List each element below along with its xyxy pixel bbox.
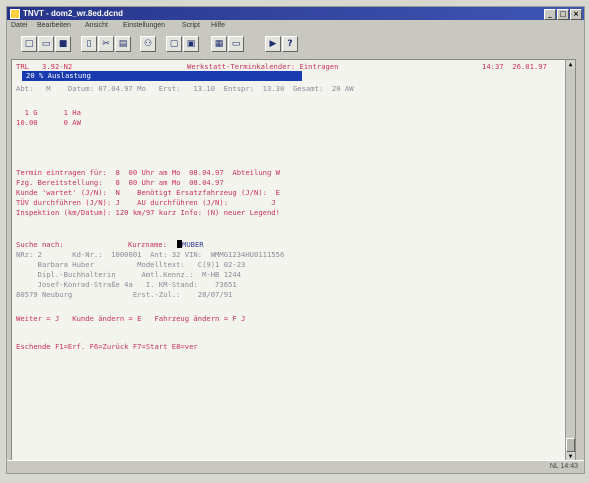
header-title: Werkstatt-Terminkalender: Eintragen [187,62,339,71]
line-kapazitaet-2: 10.00 0 AW [16,118,81,127]
cut-icon[interactable]: ✂ [98,36,114,52]
help-icon[interactable]: ? [282,36,298,52]
save-icon[interactable]: ■ [55,36,71,52]
open-icon[interactable]: ▭ [38,36,54,52]
scroll-up-icon[interactable]: ▲ [566,60,575,69]
menu-item-script[interactable]: Script [182,20,200,32]
line-weiter: Weiter = J Kunde ändern = E Fahrzeug änd… [16,314,246,323]
window-controls: _ □ × [544,9,582,20]
line-ort: 80579 Neuburg Erst.-Zul.: 28/07/91 [16,290,233,299]
line-beruf: Dipl.-Buchhalterin Amtl.Kennz.: M-HB 124… [16,270,242,279]
paste-icon[interactable]: ▤ [115,36,131,52]
menu-item-hilfe[interactable]: Hilfe [211,20,225,32]
line-termin: Termin eintragen für: 8 00 Uhr am Mo 08.… [16,168,280,177]
new-icon[interactable]: □ [21,36,37,52]
minimize-icon[interactable]: _ [544,9,556,20]
suche-label: Suche nach: [16,240,64,249]
header-program: TRL 3.92-N2 [16,62,73,71]
kurzname-label: Kurzname: [128,240,167,249]
connect-icon[interactable]: ⚇ [140,36,156,52]
title-bar: TNVT - dom2_wr.8ed.dcnd _ □ × [7,7,584,20]
terminal-icon[interactable]: ▭ [228,36,244,52]
copy-icon[interactable]: ▯ [81,36,97,52]
line-bereitstellung: Fzg. Bereitstellung: 8 00 Uhr am Mo 08.0… [16,178,224,187]
line-datum: Abt: M Datum: 07.04.97 Mo Erst: 13.10 En… [16,84,354,93]
toolbar: □ ▭ ■ ▯ ✂ ▤ ⚇ ▢ ▣ ▦ ▭ ▶ ? [7,32,584,58]
close-icon[interactable]: × [570,9,582,20]
selected-row[interactable]: 20 % Auslastung [22,71,302,81]
scroll-thumb[interactable] [566,438,575,452]
settings-icon[interactable]: ▦ [211,36,227,52]
menu-item-datei[interactable]: Datei [11,20,27,32]
macro-icon[interactable]: ▢ [166,36,182,52]
line-kapazitaet-1: 1 G 1 Ha [16,108,81,117]
line-tuev: TÜV durchführen (J/N): J AU durchführen … [16,198,276,207]
line-name: Barbara Huber Modelltext: C(9)1 02-23 [16,260,246,269]
line-inspektion: Inspektion (km/Datum): 120 km/97 kurz In… [16,208,280,217]
line-kunde-wartet: Kunde 'wartet' (J/N): N Benötigt Ersatzf… [16,188,280,197]
line-kundennummer: NRz: 2 Kd-Nr.: 1000001 Ant: 32 VIN: WMMG… [16,250,285,259]
status-bar: NL 14:43 [7,460,584,473]
next-icon[interactable]: ▶ [265,36,281,52]
window-title: TNVT - dom2_wr.8ed.dcnd [23,9,124,18]
vertical-scrollbar[interactable]: ▲ ▼ [565,60,575,461]
kurzname-input[interactable]: MUBER [182,240,204,249]
menu-item-einstellungen[interactable]: Einstellungen [123,20,165,32]
print-icon[interactable]: ▣ [183,36,199,52]
terminal-window: TNVT - dom2_wr.8ed.dcnd _ □ × Datei Bear… [6,6,585,474]
header-time: 14:37 26.01.97 [482,62,547,71]
menu-item-bearbeiten[interactable]: Bearbeiten [37,20,71,32]
menu-bar: Datei Bearbeiten Ansicht Einstellungen S… [7,20,584,32]
terminal-screen[interactable]: TRL 3.92-N2 Werkstatt-Terminkalender: Ei… [11,59,576,462]
maximize-icon[interactable]: □ [557,9,569,20]
app-icon [10,9,20,19]
menu-item-ansicht[interactable]: Ansicht [85,20,108,32]
line-function-keys: Eschende F1=Erf. F6=Zurück F7=Start E8=v… [16,342,198,351]
status-text: NL 14:43 [549,463,578,470]
line-strasse: Josef-Konrad-Straße 4a I. KM-Stand: 7365… [16,280,237,289]
